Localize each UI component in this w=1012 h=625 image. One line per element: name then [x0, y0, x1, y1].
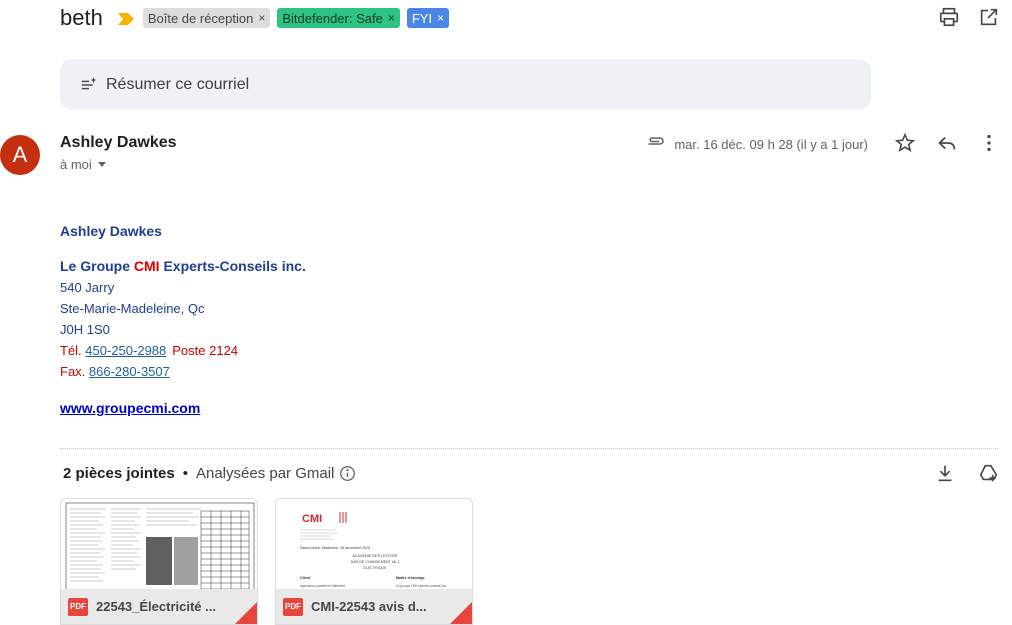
thumbnail-date-line: Sainte-Marie-Madeleine, 15 décembre 2025 [300, 546, 370, 550]
scanned-by-gmail: Analysées par Gmail [195, 465, 335, 482]
open-in-new-window-icon[interactable] [978, 6, 1000, 28]
attachment-footer: PDF CMI-22543 avis d... [276, 589, 472, 624]
recipient-label: à moi [60, 157, 92, 172]
more-vertical-icon[interactable] [978, 132, 1000, 154]
reply-icon[interactable] [936, 132, 958, 154]
thumbnail-title-line: ÉLECTRIQUE [364, 565, 388, 570]
sender-avatar[interactable]: A [0, 135, 40, 175]
remove-label-icon[interactable]: × [258, 12, 265, 24]
remove-label-icon[interactable]: × [388, 12, 395, 24]
message-date: mar. 16 déc. 09 h 28 (il y a 1 jour) [674, 136, 868, 152]
thumbnail-logo-text: CMI [302, 513, 322, 525]
website-link[interactable]: www.groupecmi.com [60, 400, 200, 416]
label-fyi[interactable]: FYI × [406, 8, 450, 28]
thumbnail-title-line: AVIS DE CHANGEMENT #E-1 [351, 560, 400, 564]
thumbnail-column-label: Maître d'ouvrage [396, 576, 425, 580]
attachment-card[interactable]: CMI Sainte-Marie-Madeleine, 15 décembre … [275, 498, 473, 625]
paperclip-icon [648, 137, 665, 145]
thumbnail-title-line: ACADÉMIE BETH ESTHER [353, 553, 398, 558]
subject-actions [938, 6, 1000, 28]
summarize-email-button[interactable]: Résumer ce courriel [60, 59, 871, 110]
attachment-footer: PDF 22543_Électricité ... [61, 589, 257, 624]
thumbnail-column-label: Client [300, 576, 311, 580]
attachment-file-name: 22543_Électricité ... [96, 599, 216, 614]
add-to-drive-icon[interactable] [978, 462, 1000, 484]
attachment-file-name: CMI-22543 avis d... [311, 599, 427, 614]
drawing-preview [65, 502, 255, 591]
info-icon[interactable] [339, 465, 356, 482]
signature-address-line: Ste-Marie-Madeleine, Qc [60, 301, 205, 316]
thumbnail-row-text: Ingénieurs-conseils en bâtiment [300, 584, 345, 588]
pdf-corner-icon [235, 602, 257, 624]
print-icon[interactable] [938, 6, 960, 28]
attachment-card[interactable]: PDF 22543_Électricité ... [60, 498, 258, 625]
star-icon[interactable] [894, 132, 916, 154]
signature-fax: Fax. 866-280-3507 [60, 364, 170, 379]
chevron-down-icon [97, 162, 106, 167]
signature-name: Ashley Dawkes [60, 223, 162, 239]
document-preview: CMI Sainte-Marie-Madeleine, 15 décembre … [300, 512, 447, 588]
attachments-header: 2 pièces jointes • Analysées par Gmail [63, 465, 356, 482]
signature-phone: Tél. 450-250-2988 Poste 2124 [60, 343, 239, 358]
pdf-corner-icon [450, 602, 472, 624]
label-inbox[interactable]: Boîte de réception × [142, 8, 271, 28]
attachments-divider [60, 448, 998, 449]
recipient-details-toggle[interactable]: à moi [60, 157, 106, 172]
message-actions [894, 132, 1000, 154]
signature-address-line: 540 Jarry [60, 280, 115, 295]
email-subject: beth [60, 5, 103, 30]
attachments-count: 2 pièces jointes [63, 465, 175, 482]
signature-company: Le Groupe CMI Experts-Conseils inc. [60, 258, 306, 274]
summarize-sparkle-icon [81, 76, 97, 89]
download-icon[interactable] [934, 462, 956, 484]
label-bitdefender-safe[interactable]: Bitdefender: Safe × [277, 8, 400, 28]
pdf-file-icon: PDF [68, 597, 88, 616]
thumbnail-row-text: Le groupe CMI experts-conseils inc. [396, 584, 447, 588]
phone-link[interactable]: 450-250-2988 [85, 343, 166, 358]
attachment-thumbnail: CMI Sainte-Marie-Madeleine, 15 décembre … [276, 499, 472, 591]
sender-name[interactable]: Ashley Dawkes [60, 134, 177, 152]
subject-row: beth Boîte de réception × Bitdefender: Sa… [60, 2, 1012, 34]
pdf-file-icon: PDF [283, 597, 303, 616]
fax-link[interactable]: 866-280-3507 [89, 364, 170, 379]
remove-label-icon[interactable]: × [437, 12, 444, 24]
importance-marker-icon[interactable] [117, 12, 135, 26]
message-meta: mar. 16 déc. 09 h 28 (il y a 1 jour) [646, 134, 868, 154]
signature-postal-code: J0H 1S0 [60, 322, 110, 337]
attachment-thumbnail [61, 499, 257, 591]
signature-website: www.groupecmi.com [60, 400, 200, 416]
attachments-actions [934, 462, 1000, 484]
summarize-label: Résumer ce courriel [106, 75, 250, 93]
